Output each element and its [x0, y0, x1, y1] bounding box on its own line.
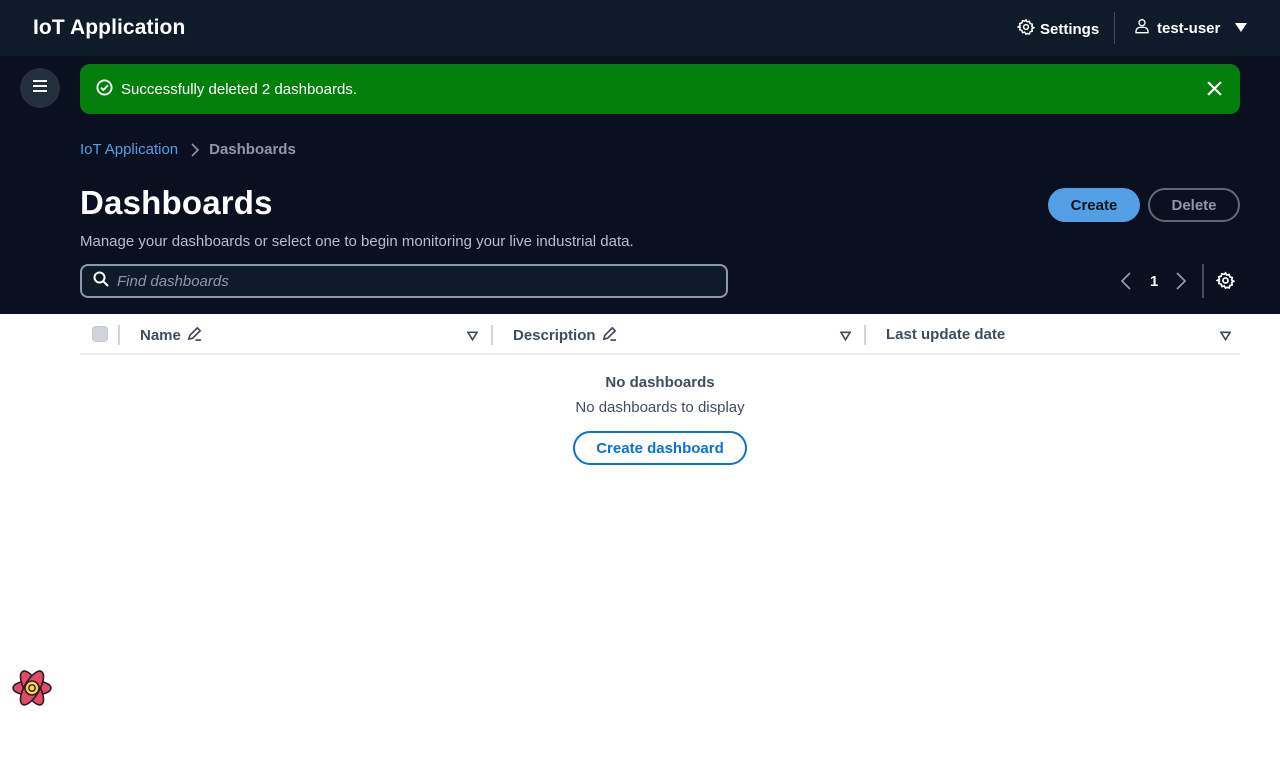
search-field — [80, 264, 728, 298]
breadcrumb-link-iot-application[interactable]: IoT Application — [80, 141, 178, 158]
select-all-checkbox[interactable] — [92, 326, 108, 342]
page-description: Manage your dashboards or select one to … — [80, 233, 634, 250]
chevron-right-icon — [191, 142, 200, 157]
pagination-divider — [1202, 264, 1204, 298]
caret-down-icon — [1235, 20, 1248, 37]
sort-icon[interactable] — [466, 328, 479, 346]
top-navigation: IoT Application Settings test-user — [0, 0, 1280, 56]
column-header-name-label: Name — [140, 327, 181, 344]
search-input[interactable] — [117, 272, 677, 290]
column-header-last-update-label: Last update date — [886, 326, 1006, 343]
nav-divider — [1114, 12, 1115, 44]
sort-icon[interactable] — [839, 328, 852, 346]
column-header-name[interactable]: Name — [140, 326, 202, 345]
page-title: Dashboards — [80, 184, 273, 221]
create-dashboard-button[interactable]: Create dashboard — [573, 431, 747, 465]
success-flash-notification: Successfully deleted 2 dashboards. — [80, 64, 1240, 114]
create-button[interactable]: Create — [1048, 188, 1140, 222]
empty-state-title: No dashboards — [605, 374, 715, 391]
breadcrumb: IoT Application Dashboards — [80, 141, 296, 158]
edit-icon — [602, 326, 617, 345]
chevron-right-icon[interactable] — [1176, 272, 1187, 295]
edit-icon — [187, 326, 202, 345]
user-label: test-user — [1157, 19, 1221, 37]
search-icon — [93, 271, 109, 292]
side-navigation-toggle[interactable] — [20, 68, 60, 108]
empty-state: No dashboards No dashboards to display — [80, 374, 1240, 416]
column-header-description[interactable]: Description — [513, 326, 617, 345]
column-separator — [118, 325, 120, 345]
empty-state-subtitle: No dashboards to display — [575, 399, 745, 416]
sort-icon[interactable] — [1219, 328, 1232, 346]
settings-label: Settings — [1040, 20, 1100, 38]
pagination-current-page[interactable]: 1 — [1150, 273, 1158, 290]
table-header-row: Name Description Last update date — [80, 314, 1240, 355]
column-header-description-label: Description — [513, 327, 596, 344]
delete-button[interactable]: Delete — [1148, 188, 1240, 222]
menu-icon — [32, 79, 48, 98]
app-title[interactable]: IoT Application — [33, 16, 185, 40]
settings-icon — [1016, 18, 1036, 40]
close-icon[interactable] — [1207, 81, 1222, 100]
chevron-left-icon[interactable] — [1120, 272, 1131, 295]
column-header-last-update-date[interactable]: Last update date — [886, 326, 1005, 343]
column-separator — [491, 325, 493, 345]
user-icon — [1134, 18, 1150, 38]
settings-button[interactable]: Settings — [1016, 18, 1100, 40]
check-circle-icon — [96, 78, 113, 100]
breadcrumb-current-dashboards: Dashboards — [209, 141, 296, 158]
flash-message: Successfully deleted 2 dashboards. — [121, 80, 357, 98]
user-menu-button[interactable]: test-user — [1134, 18, 1248, 38]
react-devtools-icon[interactable] — [11, 667, 53, 714]
column-separator — [864, 325, 866, 345]
gear-icon[interactable] — [1215, 271, 1236, 295]
